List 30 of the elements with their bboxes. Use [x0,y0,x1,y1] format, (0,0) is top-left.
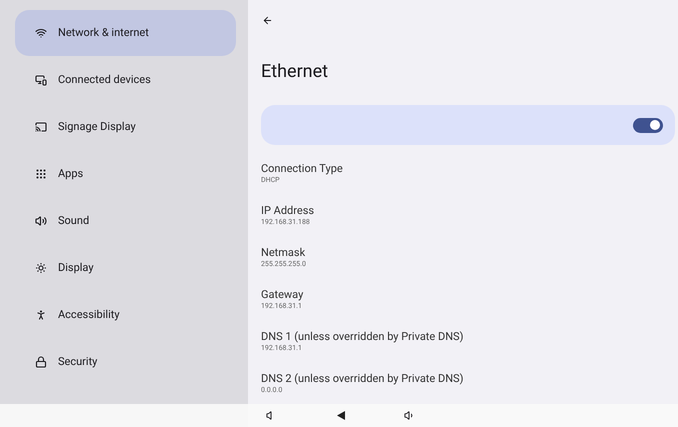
cast-icon [35,121,47,133]
detail-label: Netmask [261,246,306,260]
back-button[interactable] [262,14,274,26]
brightness-icon [35,262,47,274]
person-icon [35,309,47,321]
back-button[interactable] [335,410,346,421]
back-arrow-icon [262,14,273,26]
detail-label: Connection Type [261,162,344,176]
detail-label: DNS 2 (unless overridden by Private DNS) [261,372,464,386]
wifi-icon [35,27,47,39]
detail-label: IP Address [261,204,316,218]
sidebar-item[interactable]: Apps [15,151,236,197]
sidebar-item[interactable]: Network & internet [15,10,236,56]
detail-label: DNS 1 (unless overridden by Private DNS) [261,330,464,344]
sidebar-item[interactable]: Connected devices [15,57,236,103]
lock-icon [35,356,47,368]
page-title: Ethernet [261,60,330,84]
sidebar-item[interactable]: Display [15,245,236,291]
sidebar-item[interactable]: Accessibility [15,292,236,338]
speaker-icon [35,215,47,227]
volume-up-button[interactable] [404,410,415,421]
detail-label: Gateway [261,288,304,302]
speaker-icon [404,410,415,421]
toggle-switch[interactable] [633,118,663,132]
apps-grid-icon [35,168,47,180]
sidebar-item[interactable]: Sound [15,198,236,244]
sidebar-item[interactable]: Signage Display [15,104,236,150]
sidebar-item[interactable]: Security [15,339,236,385]
devices-icon [35,74,47,86]
back-triangle-icon [336,411,344,420]
